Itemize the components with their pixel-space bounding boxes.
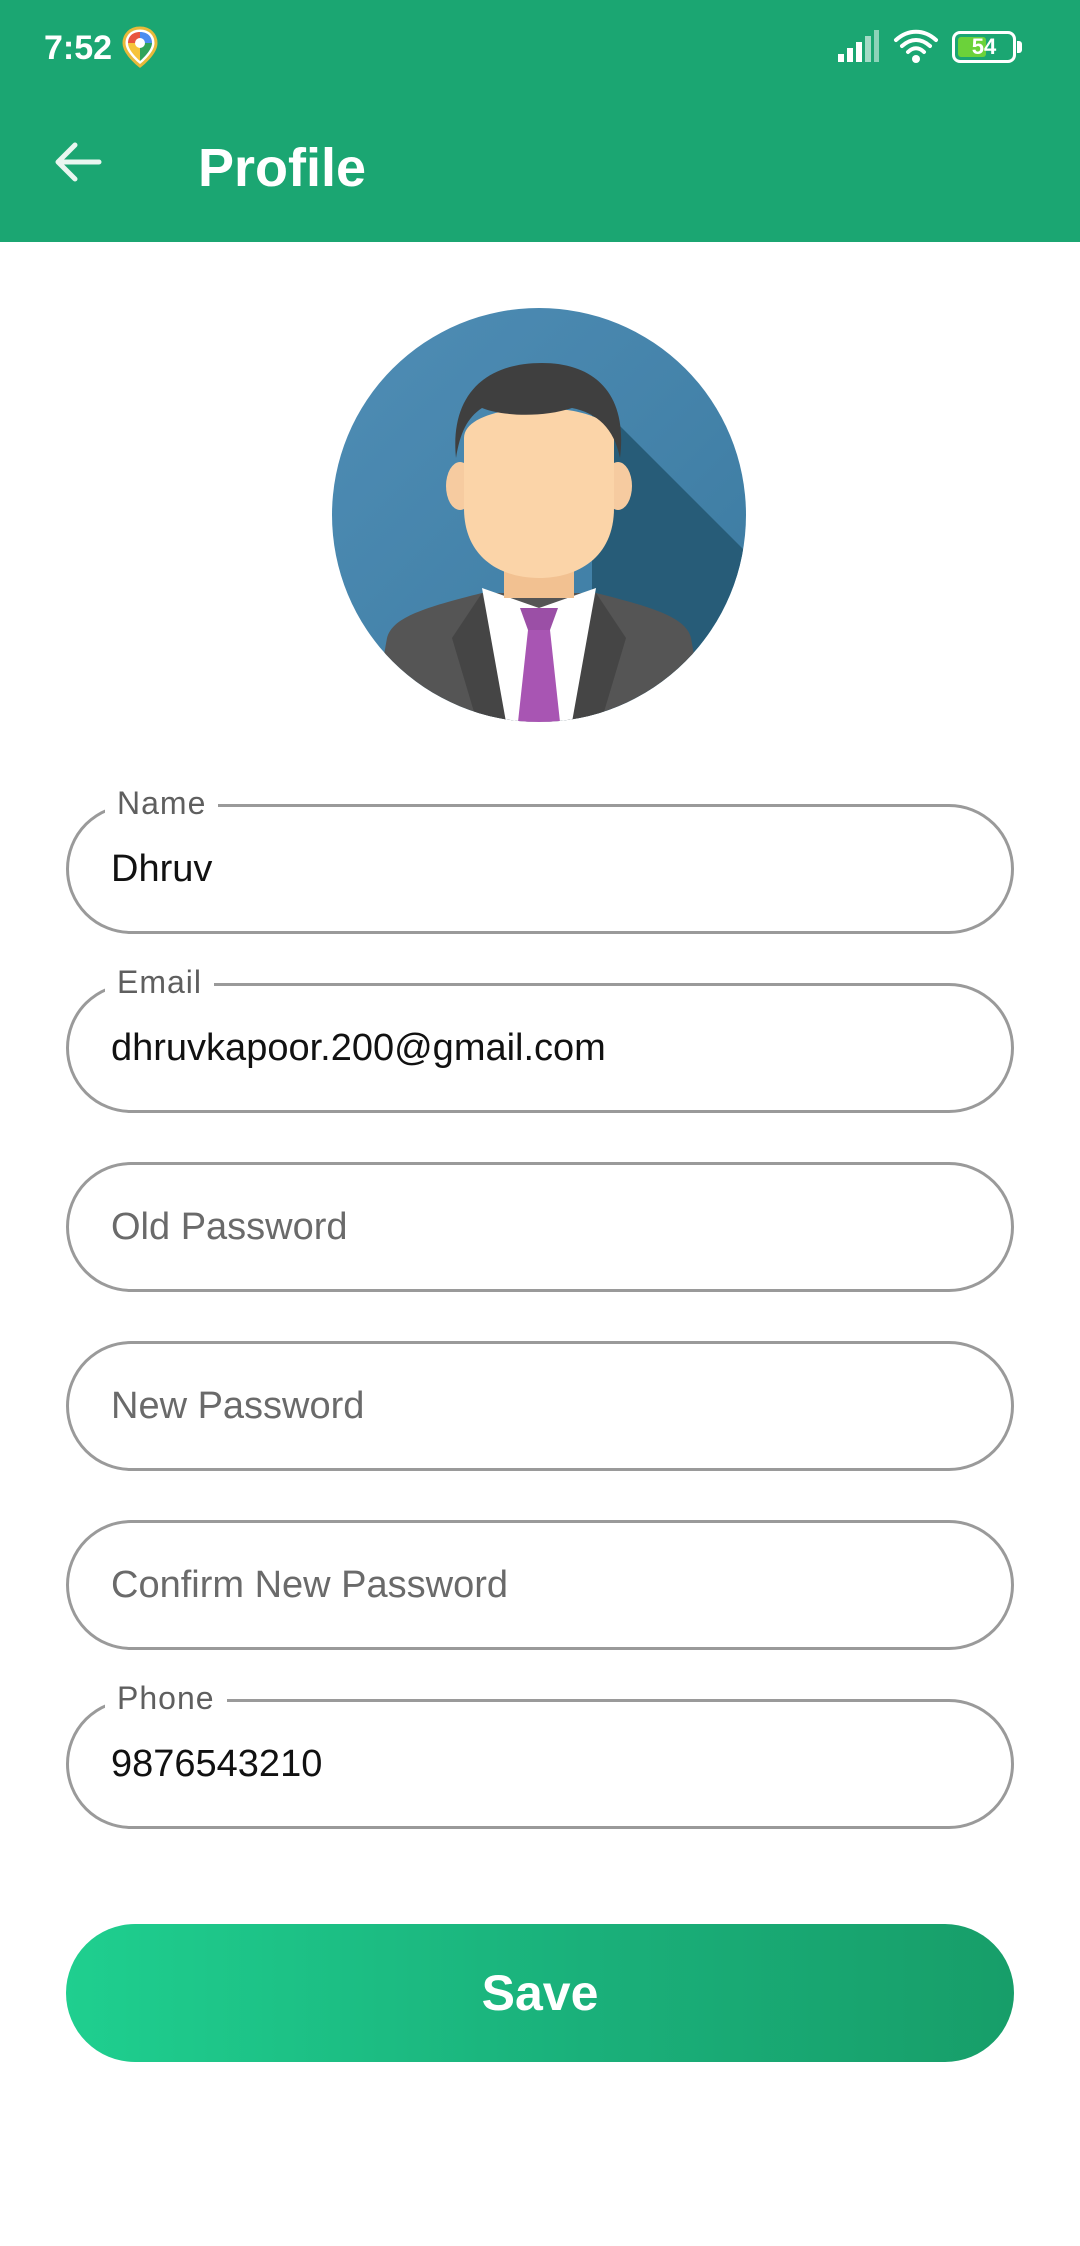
battery-indicator: 54 (952, 28, 1022, 66)
cellular-signal-icon (836, 30, 880, 64)
google-maps-icon (120, 26, 160, 68)
app-bar: Profile (0, 96, 1080, 242)
new-password-field[interactable]: New Password (66, 1341, 1014, 1471)
name-field[interactable]: Name Dhruv (66, 781, 1014, 934)
confirm-password-input[interactable]: Confirm New Password (111, 1523, 971, 1647)
old-password-input[interactable]: Old Password (111, 1165, 971, 1289)
battery-level: 54 (971, 34, 997, 59)
name-input[interactable]: Dhruv (111, 807, 971, 931)
email-field[interactable]: Email dhruvkapoor.200@gmail.com (66, 960, 1014, 1113)
save-button[interactable]: Save (66, 1924, 1014, 2062)
phone-field[interactable]: Phone 9876543210 (66, 1676, 1014, 1829)
email-input[interactable]: dhruvkapoor.200@gmail.com (111, 986, 971, 1110)
wifi-icon (892, 28, 940, 64)
phone-input[interactable]: 9876543210 (111, 1702, 971, 1826)
status-bar: 7:52 54 (0, 0, 1080, 96)
user-avatar-icon (332, 308, 746, 722)
back-button[interactable] (40, 126, 116, 202)
page-title: Profile (198, 138, 367, 198)
arrow-back-icon (53, 140, 103, 189)
old-password-field[interactable]: Old Password (66, 1162, 1014, 1292)
confirm-password-field[interactable]: Confirm New Password (66, 1520, 1014, 1650)
new-password-input[interactable]: New Password (111, 1344, 971, 1468)
profile-avatar[interactable] (332, 308, 746, 722)
status-time: 7:52 (44, 29, 113, 67)
